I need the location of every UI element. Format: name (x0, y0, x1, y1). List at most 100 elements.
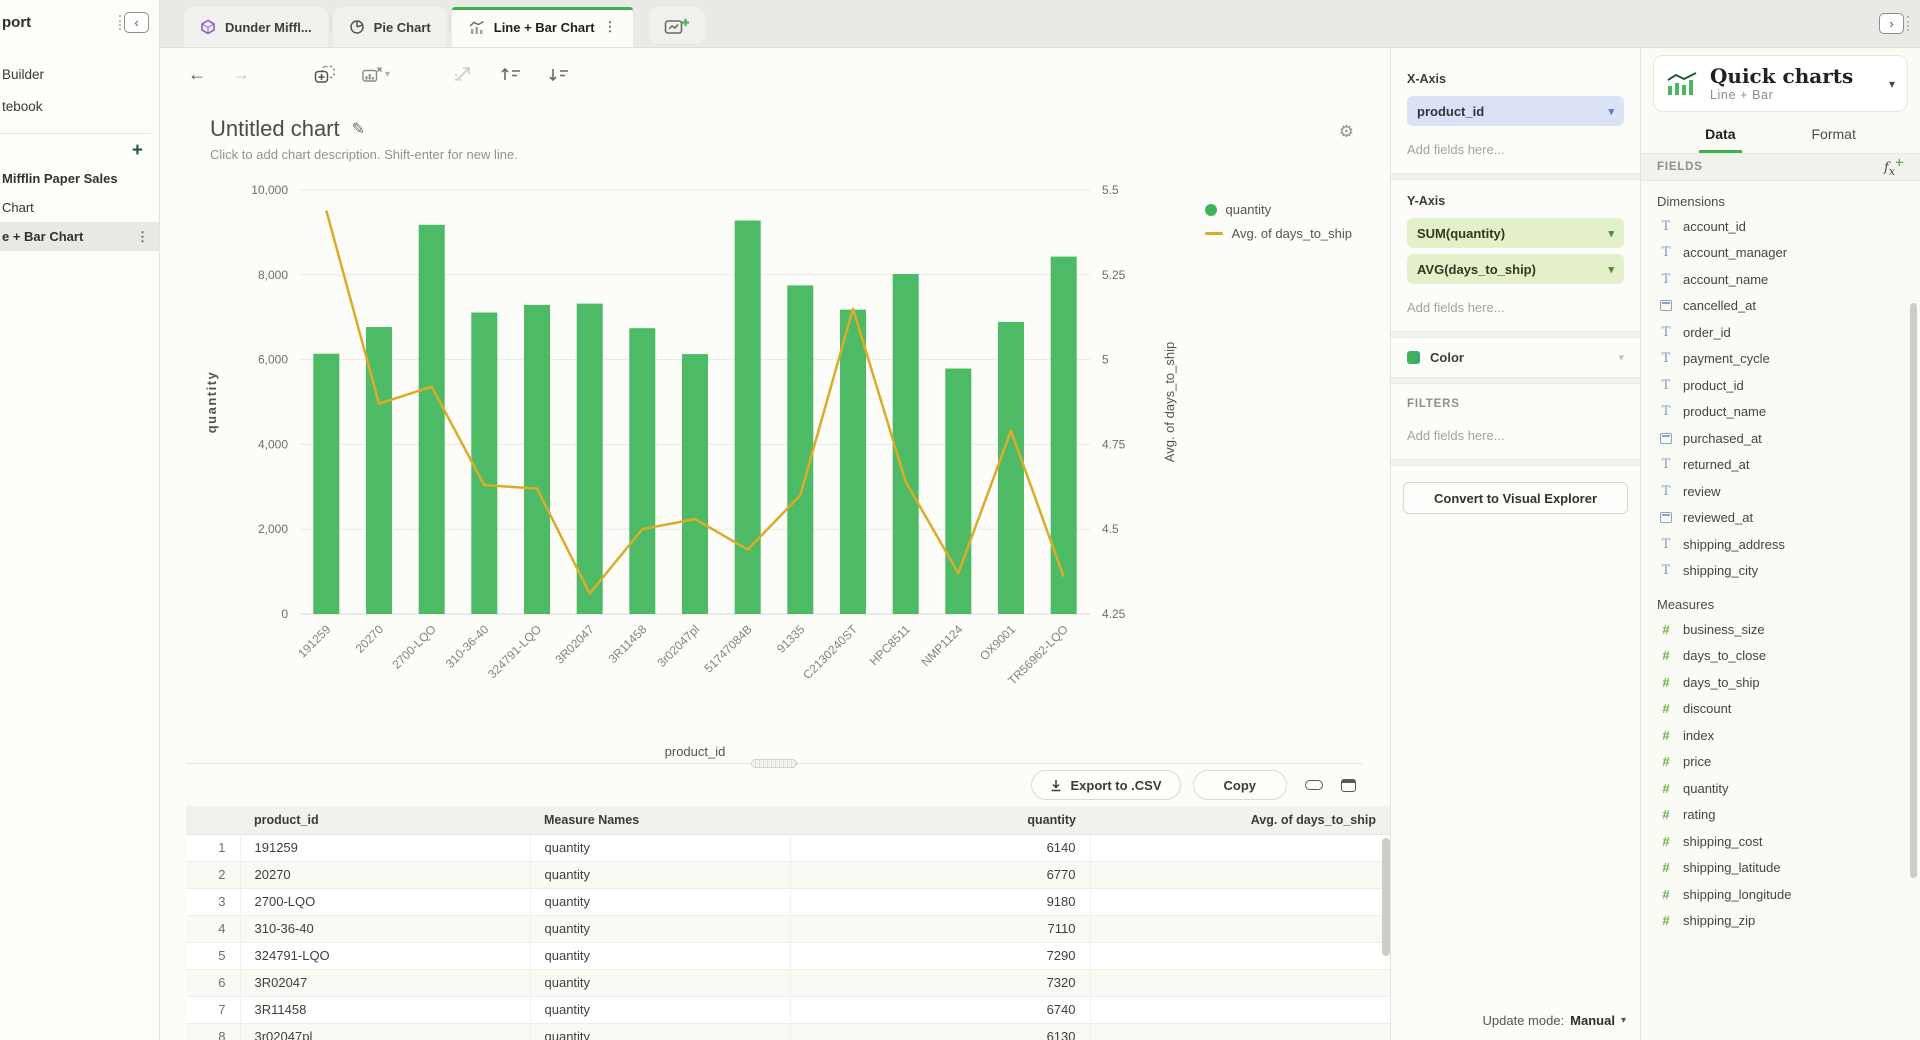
field-item-review[interactable]: Treview (1641, 478, 1920, 505)
export-csv-button[interactable]: Export to .CSV (1031, 770, 1180, 800)
chart-description-placeholder[interactable]: Click to add chart description. Shift-en… (186, 146, 1362, 164)
field-item-shipping_address[interactable]: Tshipping_address (1641, 531, 1920, 558)
tab-line-bar-chart[interactable]: Line + Bar Chart ⋮ (452, 7, 633, 47)
field-item-payment_cycle[interactable]: Tpayment_cycle (1641, 346, 1920, 373)
x-axis-add-fields[interactable]: Add fields here... (1407, 142, 1624, 157)
cell-measure-name: quantity (530, 834, 790, 861)
table-row[interactable]: 32700-LQOquantity9180 (186, 888, 1390, 915)
table-header-row: product_id Measure Names quantity Avg. o… (186, 806, 1390, 834)
chevron-down-icon[interactable]: ▾ (1621, 1015, 1626, 1026)
convert-to-visual-explorer-button[interactable]: Convert to Visual Explorer (1403, 482, 1628, 514)
fields-scrollbar[interactable] (1910, 303, 1917, 878)
duplicate-chart-icon[interactable] (314, 65, 336, 84)
col-avg-days-to-ship[interactable]: Avg. of days_to_ship (1090, 806, 1390, 834)
sidebar-item-chart[interactable]: Chart (0, 193, 159, 222)
field-item-order_id[interactable]: Torder_id (1641, 319, 1920, 346)
collapse-sidebar-icon[interactable]: ‹ (124, 12, 149, 33)
remove-chart-control[interactable]: ▾ (362, 66, 390, 83)
filters-add-fields[interactable]: Add fields here... (1407, 428, 1624, 443)
field-name: shipping_cost (1683, 834, 1763, 849)
legend-item-1[interactable]: Avg. of days_to_ship (1205, 226, 1352, 241)
field-item-rating[interactable]: #rating (1641, 802, 1920, 829)
field-item-quantity[interactable]: #quantity (1641, 775, 1920, 802)
field-name: shipping_city (1683, 563, 1758, 578)
y-axis-field-pill-sum-quantity[interactable]: SUM(quantity) ▾ (1407, 218, 1624, 248)
tab-dunder-mifflin[interactable]: Dunder Miffl... (184, 7, 328, 47)
table-row[interactable]: 63R02047quantity7320 (186, 969, 1390, 996)
tab-format[interactable]: Format (1806, 122, 1862, 153)
field-item-days_to_close[interactable]: #days_to_close (1641, 643, 1920, 670)
field-item-account_manager[interactable]: Taccount_manager (1641, 240, 1920, 267)
field-item-price[interactable]: #price (1641, 749, 1920, 776)
update-mode-value[interactable]: Manual (1570, 1013, 1615, 1028)
tab-data[interactable]: Data (1699, 122, 1741, 153)
y-axis-field-pill-avg-days[interactable]: AVG(days_to_ship) ▾ (1407, 254, 1624, 284)
number-type-icon: # (1659, 728, 1673, 743)
y-axis-add-fields[interactable]: Add fields here... (1407, 300, 1624, 315)
field-item-account_name[interactable]: Taccount_name (1641, 266, 1920, 293)
item-menu-icon[interactable]: ⋮ (136, 222, 149, 251)
field-item-business_size[interactable]: #business_size (1641, 616, 1920, 643)
undo-back-icon[interactable]: ← (188, 65, 206, 83)
field-item-shipping_longitude[interactable]: #shipping_longitude (1641, 881, 1920, 908)
collapse-right-panel-icon[interactable]: › (1879, 13, 1904, 34)
field-item-shipping_city[interactable]: Tshipping_city (1641, 558, 1920, 585)
chart-settings-gear-icon[interactable]: ⚙ (1339, 122, 1354, 142)
resize-handle[interactable] (751, 759, 797, 768)
field-name: discount (1683, 701, 1731, 716)
quick-charts-header[interactable]: Quick charts Line + Bar ▾ (1653, 55, 1908, 112)
table-row[interactable]: 220270quantity6770 (186, 861, 1390, 888)
move-crosshair-icon[interactable] (454, 65, 474, 83)
field-item-discount[interactable]: #discount (1641, 696, 1920, 723)
edit-title-pencil-icon[interactable]: ✎ (352, 119, 365, 139)
cell-product-id: 3R11458 (240, 996, 530, 1023)
table-scrollbar[interactable] (1382, 838, 1390, 956)
tab-pie-chart[interactable]: Pie Chart (333, 7, 447, 47)
table-row[interactable]: 1191259quantity6140 (186, 834, 1390, 861)
redo-forward-icon[interactable]: → (232, 65, 250, 83)
copy-button[interactable]: Copy (1193, 770, 1288, 800)
field-item-cancelled_at[interactable]: cancelled_at (1641, 293, 1920, 320)
col-product-id[interactable]: product_id (240, 806, 530, 834)
field-item-index[interactable]: #index (1641, 722, 1920, 749)
tab-menu-icon[interactable]: ⋮ (604, 19, 617, 35)
sidebar-item-builder[interactable]: Builder (0, 59, 159, 91)
field-item-returned_at[interactable]: Treturned_at (1641, 452, 1920, 479)
sidebar-item-notebook[interactable]: tebook (0, 91, 159, 123)
chart-title[interactable]: Untitled chart (210, 116, 340, 142)
col-measure-names[interactable]: Measure Names (530, 806, 790, 834)
minimize-table-icon[interactable] (1305, 780, 1323, 790)
field-item-purchased_at[interactable]: purchased_at (1641, 425, 1920, 452)
field-item-shipping_cost[interactable]: #shipping_cost (1641, 828, 1920, 855)
add-chart-button[interactable]: + (0, 138, 159, 164)
legend-item-0[interactable]: quantity (1205, 202, 1352, 217)
sort-descending-icon[interactable] (548, 66, 570, 83)
sidebar-item-project[interactable]: Mifflin Paper Sales (0, 164, 159, 193)
col-quantity[interactable]: quantity (790, 806, 1090, 834)
new-chart-tab-button[interactable] (649, 7, 705, 44)
field-item-shipping_zip[interactable]: #shipping_zip (1641, 908, 1920, 935)
col-row-number[interactable] (186, 806, 240, 834)
field-item-days_to_ship[interactable]: #days_to_ship (1641, 669, 1920, 696)
add-formula-fx-icon[interactable]: fx+ (1884, 156, 1904, 178)
chevron-down-icon[interactable]: ▾ (1889, 77, 1895, 91)
dimensions-list: Taccount_idTaccount_managerTaccount_name… (1641, 213, 1920, 584)
sort-ascending-icon[interactable] (500, 66, 522, 83)
field-item-shipping_latitude[interactable]: #shipping_latitude (1641, 855, 1920, 882)
x-axis-field-pill[interactable]: product_id ▾ (1407, 96, 1624, 126)
field-item-product_id[interactable]: Tproduct_id (1641, 372, 1920, 399)
table-row[interactable]: 4310-36-40quantity7110 (186, 915, 1390, 942)
dimensions-label: Dimensions (1657, 194, 1920, 209)
field-name: purchased_at (1683, 431, 1762, 446)
maximize-table-icon[interactable] (1341, 779, 1356, 792)
field-item-account_id[interactable]: Taccount_id (1641, 213, 1920, 240)
color-row[interactable]: Color ▾ (1391, 338, 1640, 377)
sidebar-item-line-bar-chart[interactable]: e + Bar Chart ⋮ (0, 222, 159, 251)
table-row[interactable]: 5324791-LQOquantity7290 (186, 942, 1390, 969)
table-row[interactable]: 83r02047plquantity6130 (186, 1023, 1390, 1040)
field-item-reviewed_at[interactable]: reviewed_at (1641, 505, 1920, 532)
field-name: quantity (1683, 781, 1729, 796)
field-item-product_name[interactable]: Tproduct_name (1641, 399, 1920, 426)
table-row[interactable]: 73R11458quantity6740 (186, 996, 1390, 1023)
chart-plot[interactable]: 02,0004,0006,0008,00010,0004.254.54.7555… (188, 178, 1188, 770)
